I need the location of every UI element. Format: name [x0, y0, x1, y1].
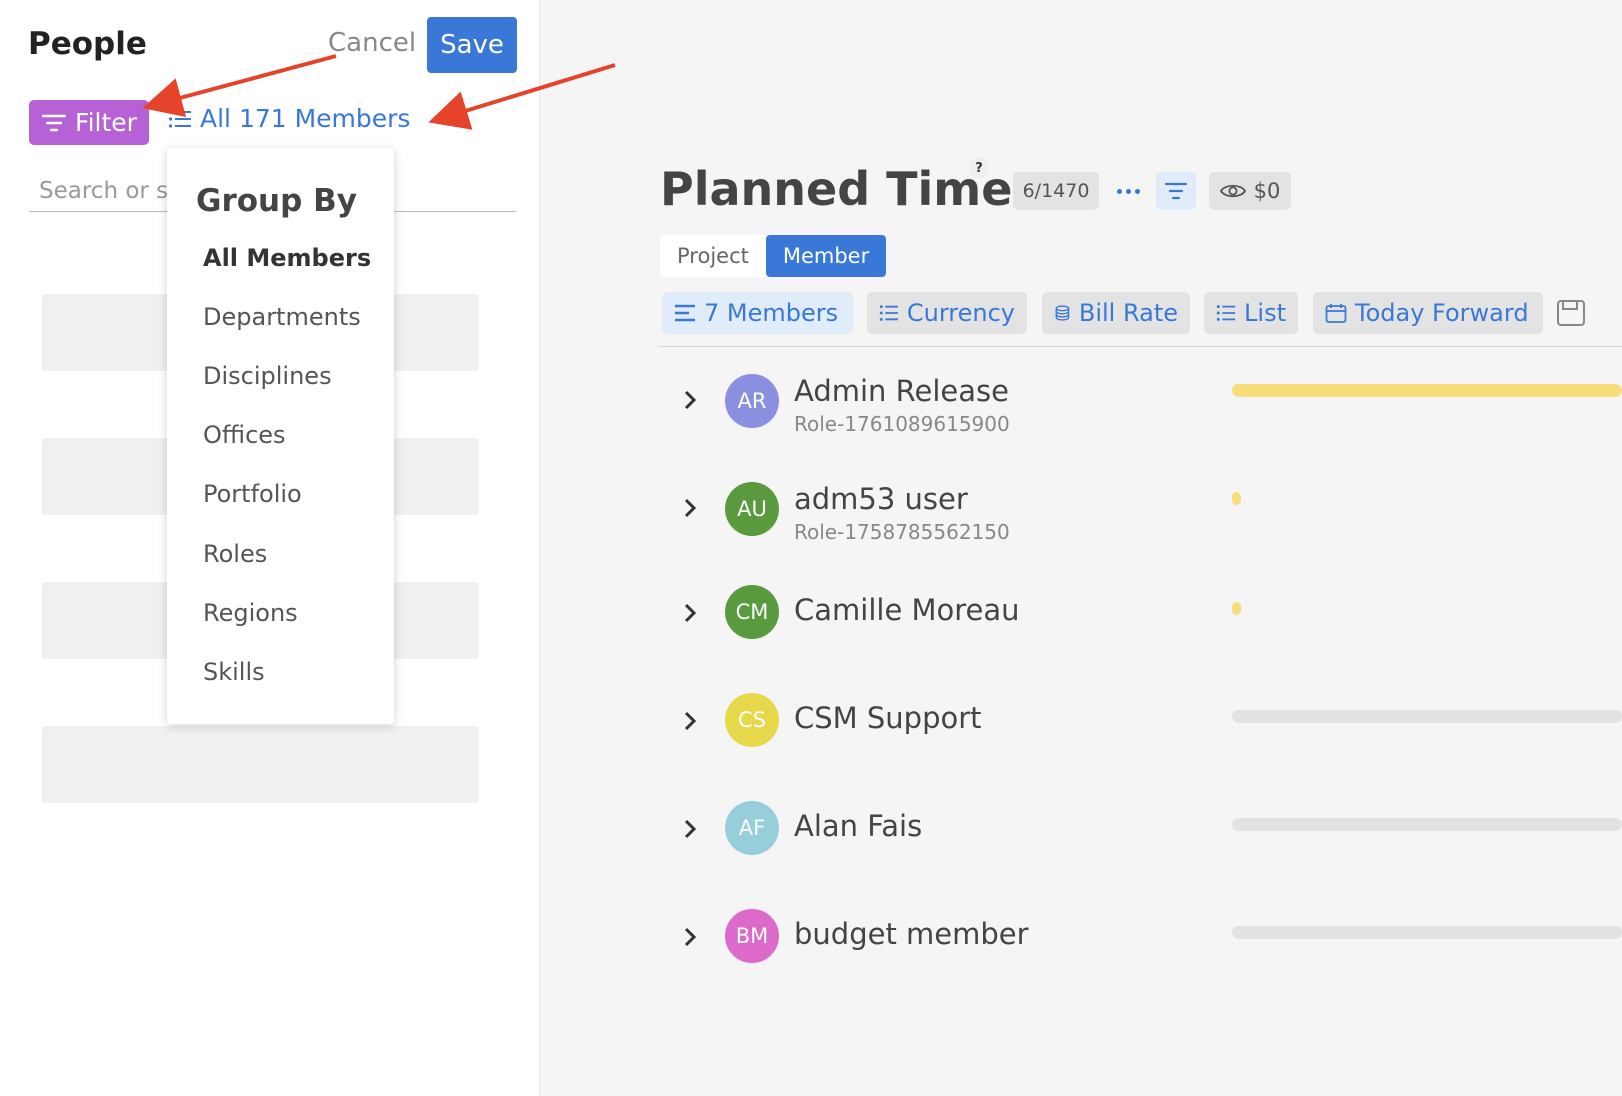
list-view-label: List	[1244, 299, 1286, 327]
tab-project[interactable]: Project	[660, 235, 766, 277]
planned-time-bar[interactable]	[1232, 602, 1241, 615]
list-icon	[168, 109, 191, 128]
member-row[interactable]: CM Camille Moreau	[660, 585, 1622, 675]
view-tabs: Project Member	[660, 235, 887, 277]
chevron-right-icon[interactable]	[681, 709, 699, 733]
planned-time-bar[interactable]	[1232, 926, 1622, 939]
avatar: CS	[725, 693, 779, 747]
group-by-dropdown-trigger[interactable]: All 171 Members	[168, 104, 410, 133]
filter-toggle-button[interactable]	[1156, 172, 1196, 210]
cost-visibility-toggle[interactable]: $0	[1209, 172, 1291, 210]
group-by-title: Group By	[196, 183, 357, 219]
member-row[interactable]: AF Alan Fais	[660, 801, 1622, 891]
calendar-icon	[1325, 304, 1347, 323]
date-range-button[interactable]: Today Forward	[1313, 292, 1543, 334]
member-row[interactable]: AR Admin Release Role-1761089615900	[660, 374, 1622, 464]
list-icon	[1216, 305, 1236, 321]
planned-time-bar[interactable]	[1232, 384, 1622, 397]
filter-icon	[41, 114, 67, 131]
member-row[interactable]: CS CSM Support	[660, 693, 1622, 783]
member-role: Role-1758785562150	[794, 520, 1010, 544]
avatar: AR	[725, 374, 779, 428]
member-name: Camille Moreau	[794, 593, 1020, 627]
chevron-right-icon[interactable]	[681, 388, 699, 412]
avatar: BM	[725, 909, 779, 963]
member-role: Role-1761089615900	[794, 412, 1010, 436]
group-by-item-portfolio[interactable]: Portfolio	[203, 480, 302, 508]
list-view-button[interactable]: List	[1204, 292, 1298, 334]
people-panel: People Cancel Save Filter All 171 Member…	[0, 0, 540, 1096]
more-options-icon[interactable]	[1112, 178, 1144, 204]
panel-title: People	[28, 26, 147, 62]
avatar: AU	[725, 482, 779, 536]
members-count-button[interactable]: 7 Members	[662, 292, 853, 334]
chevron-right-icon[interactable]	[681, 496, 699, 520]
filter-icon	[1164, 182, 1188, 200]
eye-icon	[1219, 184, 1246, 198]
save-view-icon[interactable]	[1556, 299, 1586, 327]
filter-button[interactable]: Filter	[29, 100, 149, 145]
align-left-icon	[675, 304, 695, 322]
planned-time-bar[interactable]	[1232, 492, 1241, 505]
page-title: Planned Time	[660, 162, 1013, 216]
chevron-right-icon[interactable]	[681, 925, 699, 949]
save-button[interactable]: Save	[427, 17, 517, 73]
bill-rate-label: Bill Rate	[1078, 299, 1178, 327]
group-by-menu: Group By All Members Departments Discipl…	[167, 148, 394, 724]
avatar: CM	[725, 585, 779, 639]
group-by-item-departments[interactable]: Departments	[203, 303, 361, 331]
group-by-item-all-members[interactable]: All Members	[203, 244, 371, 272]
member-name: budget member	[794, 917, 1029, 951]
group-by-item-roles[interactable]: Roles	[203, 540, 267, 568]
database-icon	[1055, 305, 1070, 321]
currency-label: Currency	[906, 299, 1015, 327]
member-row[interactable]: AU adm53 user Role-1758785562150	[660, 482, 1622, 572]
help-icon[interactable]: ?	[969, 158, 989, 178]
filter-label: Filter	[75, 108, 137, 137]
member-name: Admin Release	[794, 374, 1009, 408]
currency-button[interactable]: Currency	[867, 292, 1027, 334]
members-link-label: All 171 Members	[200, 104, 411, 133]
tab-member[interactable]: Member	[765, 235, 887, 277]
list-icon	[879, 305, 898, 321]
count-badge: 6/1470	[1013, 172, 1099, 210]
member-name: adm53 user	[794, 482, 968, 516]
group-by-item-regions[interactable]: Regions	[203, 599, 298, 627]
chevron-right-icon[interactable]	[681, 601, 699, 625]
avatar: AF	[725, 801, 779, 855]
member-name: Alan Fais	[794, 809, 923, 843]
members-count-label: 7 Members	[704, 299, 839, 327]
member-row[interactable]: BM budget member	[660, 909, 1622, 999]
bill-rate-button[interactable]: Bill Rate	[1042, 292, 1190, 334]
cancel-button[interactable]: Cancel	[328, 28, 416, 58]
group-by-item-skills[interactable]: Skills	[203, 658, 265, 686]
date-range-label: Today Forward	[1355, 299, 1529, 327]
member-name: CSM Support	[794, 701, 982, 735]
header-divider	[658, 346, 1622, 347]
chevron-right-icon[interactable]	[681, 817, 699, 841]
group-by-item-offices[interactable]: Offices	[203, 421, 286, 449]
planned-time-bar[interactable]	[1232, 710, 1622, 723]
planned-time-bar[interactable]	[1232, 818, 1622, 831]
cost-value: $0	[1253, 179, 1281, 203]
skeleton-row	[42, 726, 479, 803]
group-by-item-disciplines[interactable]: Disciplines	[203, 362, 332, 390]
